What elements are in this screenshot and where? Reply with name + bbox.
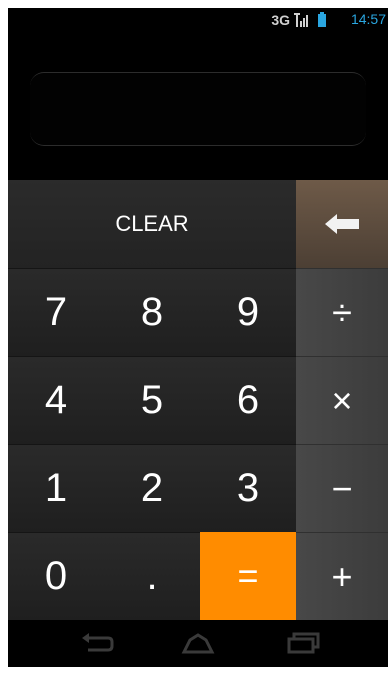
backspace-arrow-icon xyxy=(325,214,359,234)
decimal-point-button[interactable]: . xyxy=(104,532,200,620)
navigation-bar xyxy=(8,620,388,667)
display-area xyxy=(8,32,388,180)
back-icon[interactable] xyxy=(80,632,116,654)
digit-5-button[interactable]: 5 xyxy=(104,356,200,444)
digit-9-button[interactable]: 9 xyxy=(200,268,296,356)
signal-bars-icon xyxy=(294,13,308,27)
equals-button[interactable]: = xyxy=(200,532,296,620)
digit-4-button[interactable]: 4 xyxy=(8,356,104,444)
recent-apps-icon[interactable] xyxy=(286,632,322,654)
status-bar: 3G 14:57 xyxy=(8,8,388,32)
digit-2-button[interactable]: 2 xyxy=(104,444,200,532)
keypad: CLEAR 7 8 9 ÷ 4 5 6 × 1 2 3 − 0 . = + xyxy=(8,180,388,620)
digit-6-button[interactable]: 6 xyxy=(200,356,296,444)
digit-7-button[interactable]: 7 xyxy=(8,268,104,356)
battery-icon xyxy=(318,12,326,27)
network-type: 3G xyxy=(271,12,290,28)
digit-3-button[interactable]: 3 xyxy=(200,444,296,532)
clear-button[interactable]: CLEAR xyxy=(8,180,296,268)
digit-8-button[interactable]: 8 xyxy=(104,268,200,356)
status-time: 14:57 xyxy=(350,11,386,27)
multiply-button[interactable]: × xyxy=(296,356,388,444)
phone-screen: 3G 14:57 CLEAR 7 8 9 ÷ 4 5 6 × 1 2 3 − 0… xyxy=(8,8,388,667)
digit-1-button[interactable]: 1 xyxy=(8,444,104,532)
subtract-button[interactable]: − xyxy=(296,444,388,532)
add-button[interactable]: + xyxy=(296,532,388,620)
home-icon[interactable] xyxy=(180,632,216,654)
divide-button[interactable]: ÷ xyxy=(296,268,388,356)
backspace-button[interactable] xyxy=(296,180,388,268)
result-display[interactable] xyxy=(30,72,366,146)
digit-0-button[interactable]: 0 xyxy=(8,532,104,620)
